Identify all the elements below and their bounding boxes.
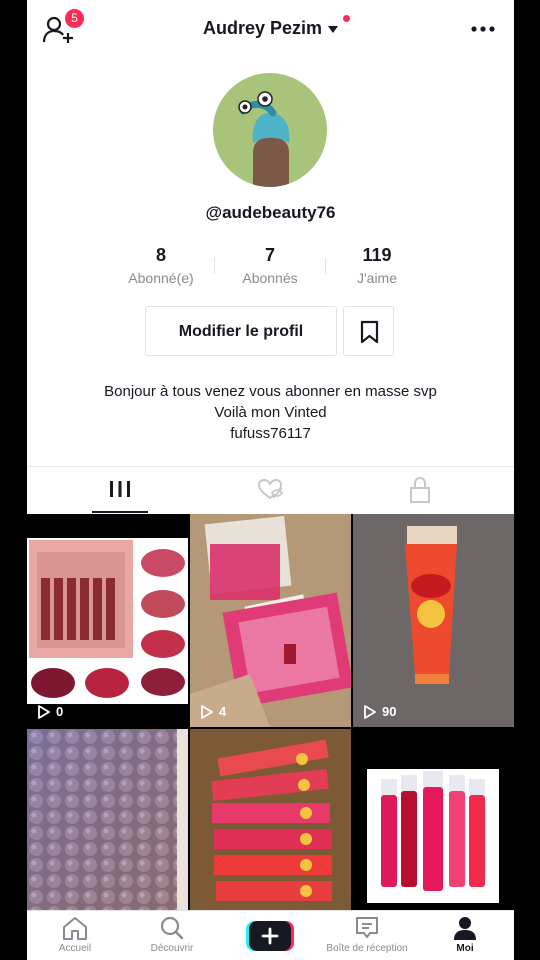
play-icon [38,704,50,719]
stat-value: 7 [264,245,275,265]
liked-hidden-icon [257,478,284,500]
video-thumbnail[interactable] [190,729,351,910]
view-count: 0 [37,704,63,719]
stat-label: J'aime [356,270,398,286]
stat-value: 119 [362,245,392,265]
video-thumbnail[interactable]: 4 [190,514,351,727]
nav-label: Boîte de réception [326,943,408,954]
thumbnail-image [353,514,514,727]
profile-handle: @audebeauty76 [205,203,336,222]
thumbnail-image [353,729,514,910]
nav-label: Accueil [58,943,92,954]
thumbnail-image [27,729,188,910]
app-screen: 5 Audrey Pezim @audebeauty76 8 Abonné(e)… [27,0,514,960]
bottom-nav: Accueil Découvrir Boîte de réception Moi [27,910,514,960]
inbox-icon [356,917,378,938]
search-icon [160,916,184,940]
thumbnail-image [27,514,188,727]
avatar[interactable] [213,73,327,187]
home-icon [63,917,87,940]
favorites-button[interactable] [343,306,394,356]
video-thumbnail[interactable] [27,729,188,910]
lock-icon [410,476,430,503]
stat-divider [325,258,326,274]
stat-label: Abonnés [242,270,298,286]
edit-profile-button[interactable]: Modifier le profil [145,306,337,356]
stat-following[interactable]: 8 Abonné(e) [111,245,211,286]
thumbnail-image [190,729,351,910]
play-icon [201,704,213,719]
profile-icon [454,917,476,940]
profile-stats: 8 Abonné(e) 7 Abonnés 119 J'aime [27,245,514,295]
play-icon [364,704,376,719]
new-dot-indicator [343,15,350,22]
active-tab-indicator [92,511,148,513]
bio-line: Voilà mon Vinted [214,404,327,421]
stat-followers[interactable]: 7 Abonnés [220,245,320,286]
nav-inbox[interactable]: Boîte de réception [322,915,412,954]
view-count-value: 0 [56,704,64,719]
nav-home[interactable]: Accueil [30,915,120,954]
caret-down-icon [328,25,339,33]
content-tabs [27,466,514,515]
view-count: 4 [200,704,226,719]
more-icon[interactable] [470,22,496,36]
page-title: Audrey Pezim [202,18,323,38]
tab-videos[interactable] [90,467,150,514]
stat-value: 8 [155,245,166,265]
stat-likes[interactable]: 119 J'aime [327,245,427,286]
stat-label: Abonné(e) [128,270,194,286]
view-count: 90 [363,704,396,719]
create-button[interactable] [246,921,294,951]
nav-profile[interactable]: Moi [420,915,510,954]
video-grid: 0 4 90 [27,514,514,910]
account-switcher[interactable]: Audrey Pezim [27,18,514,39]
video-thumbnail[interactable] [353,729,514,910]
video-thumbnail[interactable]: 90 [353,514,514,727]
view-count-value: 4 [219,704,227,719]
bio-line: Bonjour à tous venez vous abonner en mas… [104,383,437,400]
thumbnail-image [190,514,351,727]
stat-divider [214,258,215,274]
nav-discover[interactable]: Découvrir [127,915,217,954]
view-count-value: 90 [382,704,397,719]
bio-line: fufuss76117 [230,425,311,442]
grid-icon [110,481,130,497]
video-thumbnail[interactable]: 0 [27,514,188,727]
nav-label: Découvrir [150,943,194,954]
tab-liked[interactable] [240,467,300,514]
header: 5 Audrey Pezim [27,0,514,60]
profile-bio: Bonjour à tous venez vous abonner en mas… [27,381,514,444]
tab-private[interactable] [390,467,450,514]
nav-label: Moi [456,943,474,954]
bookmark-icon [360,320,379,344]
